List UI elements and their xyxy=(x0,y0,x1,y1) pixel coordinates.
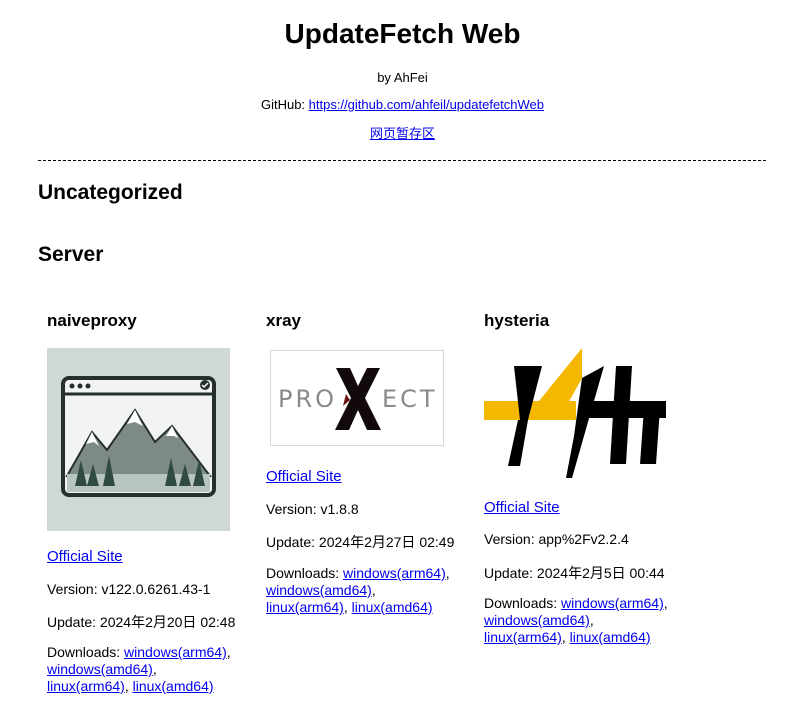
version-text: Version: v122.0.6261.43-1 xyxy=(47,581,211,597)
download-windows-arm64[interactable]: windows(arm64) xyxy=(124,644,227,660)
download-windows-arm64[interactable]: windows(arm64) xyxy=(343,565,446,581)
download-linux-arm64[interactable]: linux(arm64) xyxy=(47,678,125,694)
archive-line: 网页暂存区 xyxy=(0,126,800,142)
page-title: UpdateFetch Web xyxy=(284,18,521,49)
download-windows-amd64[interactable]: windows(amd64) xyxy=(266,582,372,598)
official-site-link[interactable]: Official Site xyxy=(484,499,560,517)
downloads-line: Downloads: windows(arm64), windows(amd64)… xyxy=(47,644,231,694)
github-line: GitHub: https://github.com/ahfeil/update… xyxy=(0,97,800,113)
section-uncategorized: Uncategorized xyxy=(38,181,183,204)
version-text: Version: app%2Fv2.2.4 xyxy=(484,531,629,547)
project-x-logo: PRO ECT xyxy=(270,350,444,446)
download-linux-amd64[interactable]: linux(amd64) xyxy=(133,678,214,694)
download-windows-amd64[interactable]: windows(amd64) xyxy=(484,612,590,628)
download-linux-arm64[interactable]: linux(arm64) xyxy=(484,629,562,645)
version-text: Version: v1.8.8 xyxy=(266,501,359,517)
svg-text:PRO: PRO xyxy=(278,385,337,413)
download-windows-amd64[interactable]: windows(amd64) xyxy=(47,661,153,677)
downloads-line: Downloads: windows(arm64), windows(amd64)… xyxy=(484,595,668,645)
download-linux-arm64[interactable]: linux(arm64) xyxy=(266,599,344,615)
update-text: Update: 2024年2月5日 00:44 xyxy=(484,565,665,581)
official-site-link[interactable]: Official Site xyxy=(47,548,123,566)
downloads-line: Downloads: windows(arm64), windows(amd64)… xyxy=(266,565,450,615)
downloads-label: Downloads: xyxy=(484,595,562,611)
download-linux-amd64[interactable]: linux(amd64) xyxy=(352,599,433,615)
svg-text:ECT: ECT xyxy=(382,385,438,413)
card-title: hysteria xyxy=(484,311,550,330)
update-text: Update: 2024年2月20日 02:48 xyxy=(47,614,236,630)
github-link[interactable]: https://github.com/ahfeil/updatefetchWeb xyxy=(309,97,544,112)
update-text: Update: 2024年2月27日 02:49 xyxy=(266,534,455,550)
mountain-browser-icon xyxy=(47,348,230,531)
card-title: naiveproxy xyxy=(47,311,137,330)
downloads-label: Downloads: xyxy=(266,565,344,581)
archive-link[interactable]: 网页暂存区 xyxy=(370,126,435,141)
section-server: Server xyxy=(38,243,104,266)
downloads-label: Downloads: xyxy=(47,644,125,660)
divider xyxy=(38,160,766,161)
official-site-link[interactable]: Official Site xyxy=(266,468,342,486)
card-naiveproxy: naiveproxy Official Site Version: v122.0… xyxy=(47,310,252,694)
card-xray: xray PRO ECT Official Site Version: v1.8… xyxy=(266,310,471,615)
hysteria-logo xyxy=(484,348,666,478)
download-linux-amd64[interactable]: linux(amd64) xyxy=(570,629,651,645)
github-prefix: GitHub: xyxy=(260,97,309,112)
card-title: xray xyxy=(266,311,301,330)
author-line: by AhFei xyxy=(377,70,428,85)
card-hysteria: hysteria Official Site Version: app%2Fv2… xyxy=(484,310,689,645)
download-windows-arm64[interactable]: windows(arm64) xyxy=(561,595,664,611)
